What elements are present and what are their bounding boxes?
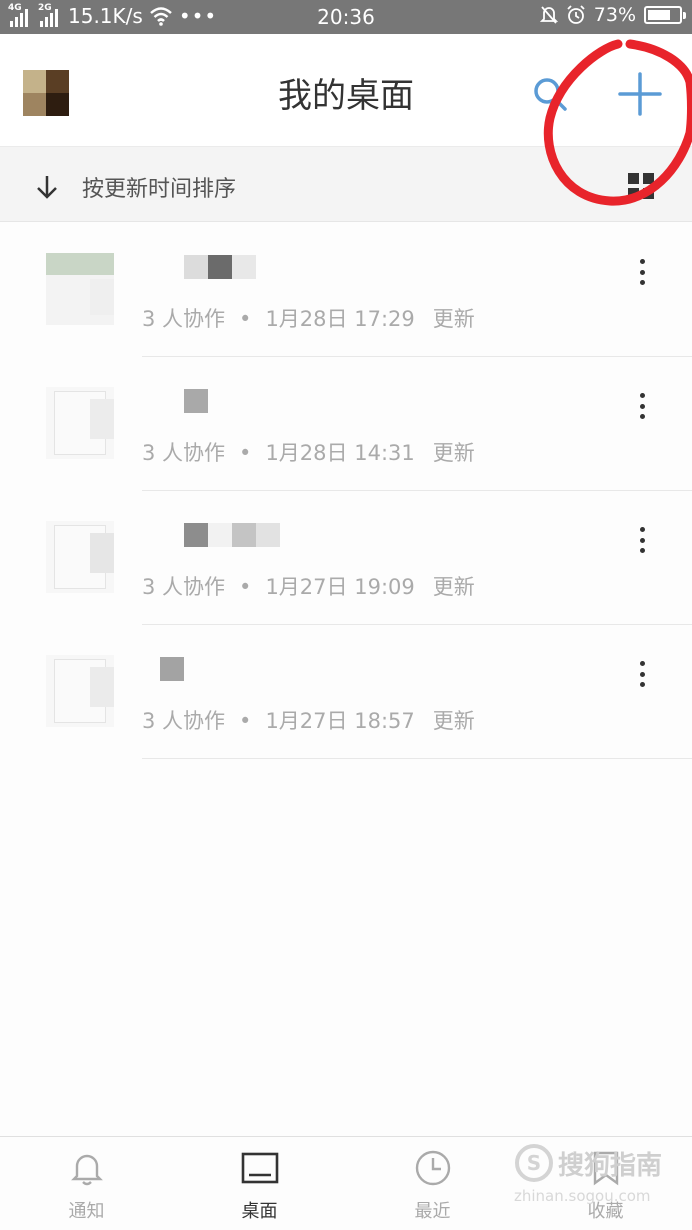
file-meta: 3 人协作 • 1月28日 14:31 更新 (142, 441, 475, 465)
watermark-title: 搜狗指南 (558, 1151, 663, 1181)
file-thumbnail (46, 253, 114, 325)
app-header: 我的桌面 (0, 34, 692, 146)
file-thumbnail (46, 655, 114, 727)
tab-label: 通知 (68, 1201, 105, 1222)
divider (142, 758, 692, 759)
tab-notifications[interactable]: 通知 (0, 1137, 173, 1230)
tab-desktop[interactable]: 桌面 (173, 1137, 346, 1230)
more-options-icon[interactable] (630, 257, 654, 287)
file-name-redacted (184, 255, 256, 279)
file-thumbnail (46, 521, 114, 593)
grid-view-icon[interactable] (628, 173, 654, 199)
collaborators: 3 人协作 (142, 709, 226, 733)
desktop-icon (241, 1152, 279, 1184)
status-bar: 4G 2G 15.1K/s ••• 20:36 73% (0, 0, 692, 34)
tab-recent[interactable]: 最近 (346, 1137, 519, 1230)
watermark: S 搜狗指南 zhinan.sogou.com (514, 1143, 690, 1213)
more-options-icon[interactable] (630, 525, 654, 555)
watermark-url: zhinan.sogou.com (514, 1187, 651, 1205)
file-meta: 3 人协作 • 1月27日 19:09 更新 (142, 575, 475, 599)
collaborators: 3 人协作 (142, 575, 226, 599)
file-date: 1月28日 (265, 307, 348, 331)
file-status: 更新 (432, 307, 475, 331)
file-name-redacted (184, 389, 208, 413)
bell-muted-icon (539, 6, 558, 24)
more-options-icon[interactable] (630, 659, 654, 689)
arrow-down-icon (37, 176, 57, 199)
file-status: 更新 (432, 441, 475, 465)
file-thumbnail (46, 387, 114, 459)
add-button[interactable] (614, 68, 666, 120)
battery-percent: 73% (593, 4, 636, 26)
list-item[interactable]: 3 人协作 • 1月28日 17:29 更新 (0, 223, 692, 357)
tab-label: 桌面 (241, 1201, 278, 1222)
file-meta: 3 人协作 • 1月27日 18:57 更新 (142, 709, 475, 733)
sort-label: 按更新时间排序 (82, 177, 237, 202)
file-name-redacted (160, 657, 184, 681)
file-date: 1月28日 (265, 441, 348, 465)
file-status: 更新 (432, 709, 475, 733)
file-list: 3 人协作 • 1月28日 17:29 更新 3 人协作 • 1月28日 14:31 更新 … (0, 223, 692, 759)
alarm-icon (567, 5, 585, 24)
list-item[interactable]: 3 人协作 • 1月27日 18:57 更新 (0, 625, 692, 759)
list-item[interactable]: 3 人协作 • 1月27日 19:09 更新 (0, 491, 692, 625)
collaborators: 3 人协作 (142, 307, 226, 331)
page-title: 我的桌面 (278, 76, 414, 116)
bell-icon (71, 1154, 103, 1186)
file-time: 17:29 (354, 307, 415, 331)
tab-label: 最近 (414, 1201, 451, 1222)
svg-text:S: S (527, 1151, 541, 1175)
file-status: 更新 (432, 575, 475, 599)
clock-icon (415, 1150, 451, 1186)
file-name-redacted (184, 523, 280, 547)
sort-bar[interactable]: 按更新时间排序 (0, 146, 692, 222)
file-time: 18:57 (354, 709, 415, 733)
file-time: 19:09 (354, 575, 415, 599)
battery-icon (644, 6, 686, 24)
file-date: 1月27日 (265, 575, 348, 599)
file-date: 1月27日 (265, 709, 348, 733)
file-meta: 3 人协作 • 1月28日 17:29 更新 (142, 307, 475, 331)
collaborators: 3 人协作 (142, 441, 226, 465)
file-time: 14:31 (354, 441, 415, 465)
search-button[interactable] (528, 72, 572, 116)
more-options-icon[interactable] (630, 391, 654, 421)
list-item[interactable]: 3 人协作 • 1月28日 14:31 更新 (0, 357, 692, 491)
sogou-logo-icon: S (515, 1144, 553, 1182)
